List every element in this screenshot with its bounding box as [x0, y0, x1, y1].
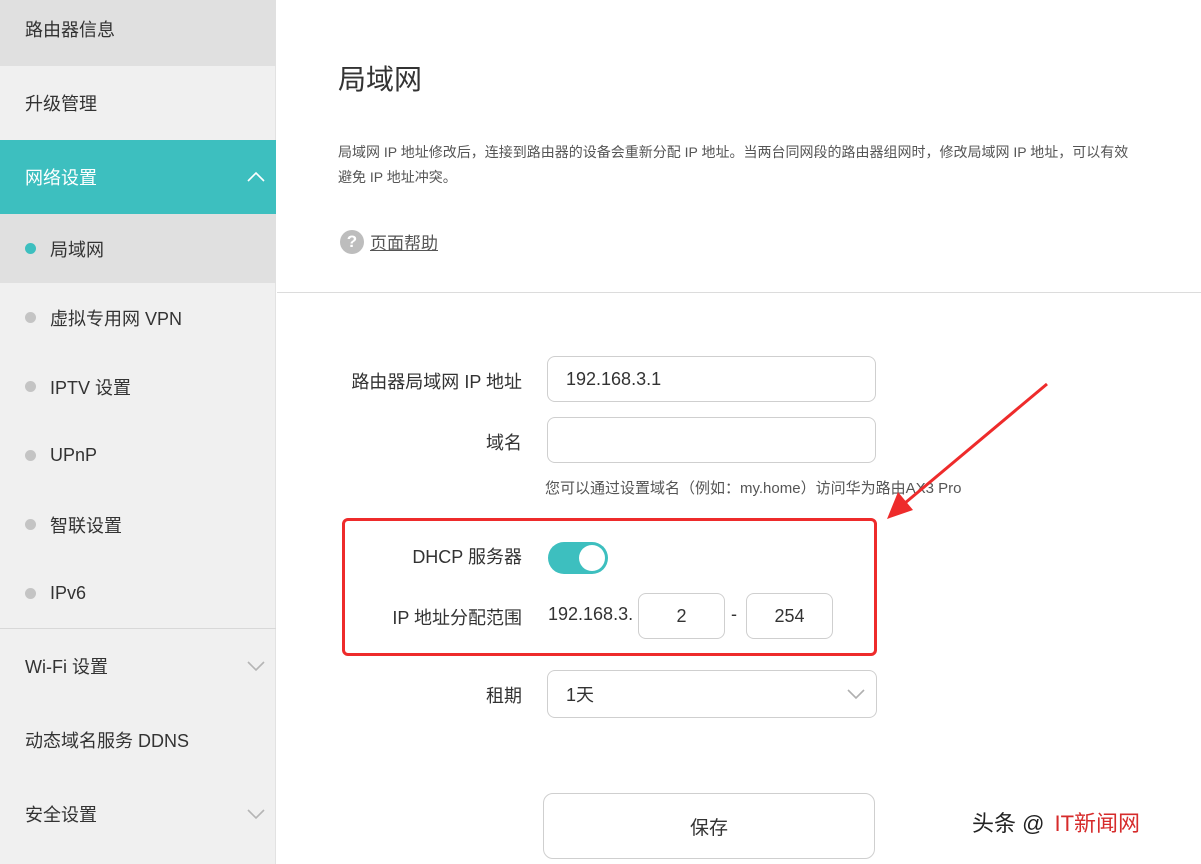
ip-range-end-value: 254	[774, 605, 805, 626]
sidebar-item-label: 虚拟专用网 VPN	[50, 308, 183, 329]
lan-ip-input[interactable]: 192.168.3.1	[547, 356, 876, 402]
sidebar-item-ddns[interactable]: 动态域名服务 DDNS	[0, 703, 276, 777]
sidebar-item-vpn[interactable]: 虚拟专用网 VPN	[0, 283, 276, 352]
sidebar-item-label: IPv6	[50, 583, 87, 603]
sidebar-item-ipv6[interactable]: IPv6	[0, 559, 276, 628]
ip-range-end-input[interactable]: 254	[746, 593, 833, 639]
bullet-dot-icon	[25, 588, 36, 599]
toggle-knob	[579, 545, 605, 571]
bullet-dot-icon	[25, 312, 36, 323]
help-link-row[interactable]: ? 页面帮助	[340, 229, 438, 254]
section-divider	[277, 292, 1201, 293]
bullet-dot-icon	[25, 381, 36, 392]
bullet-dot-icon	[25, 243, 36, 254]
sidebar-item-label: UPnP	[50, 445, 98, 465]
ip-range-label: IP 地址分配范围	[392, 608, 522, 628]
sidebar-item-iptv[interactable]: IPTV 设置	[0, 352, 276, 421]
domain-hint: 您可以通过设置域名（例如：my.home）访问华为路由AX3 Pro	[545, 480, 962, 497]
sidebar-item-upnp[interactable]: UPnP	[0, 421, 276, 490]
question-icon: ?	[340, 229, 364, 254]
bullet-dot-icon	[25, 450, 36, 461]
chevron-down-icon	[847, 689, 865, 700]
sidebar-item-label: 网络设置	[25, 168, 97, 188]
sidebar-item-label: 动态域名服务 DDNS	[25, 731, 190, 751]
sidebar-item-lan[interactable]: 局域网	[0, 214, 276, 283]
sidebar-item-smart-link[interactable]: 智联设置	[0, 490, 276, 559]
page-title: 局域网	[338, 64, 423, 95]
sidebar-item-wifi[interactable]: Wi-Fi 设置	[0, 629, 276, 703]
sidebar: 路由器信息 升级管理 网络设置 局域网 虚拟专用网 VPN IPTV 设置 UP…	[0, 0, 276, 864]
lease-value: 1天	[566, 685, 595, 705]
domain-input[interactable]	[547, 417, 876, 463]
chevron-down-icon	[247, 661, 265, 672]
save-button[interactable]: 保存	[543, 793, 875, 859]
domain-label: 域名	[486, 433, 522, 453]
sidebar-item-security[interactable]: 安全设置	[0, 777, 276, 851]
ip-range-start-value: 2	[676, 605, 687, 626]
sidebar-item-label: 智联设置	[50, 515, 122, 536]
sidebar-item-label: IPTV 设置	[50, 377, 132, 398]
dhcp-toggle[interactable]	[548, 542, 608, 574]
page-description: 局域网 IP 地址修改后，连接到路由器的设备会重新分配 IP 地址。当两台同网段…	[338, 144, 1129, 185]
save-button-label: 保存	[689, 817, 728, 839]
chevron-up-icon	[247, 171, 265, 182]
watermark-source: 头条 @	[972, 811, 1045, 836]
bullet-dot-icon	[25, 519, 36, 530]
lan-ip-label: 路由器局域网 IP 地址	[351, 372, 522, 392]
ip-range-start-input[interactable]: 2	[638, 593, 725, 639]
dhcp-label: DHCP 服务器	[412, 547, 522, 567]
watermark: 头条 @ IT新闻网	[972, 806, 1140, 838]
ip-range-separator: -	[731, 604, 737, 624]
lease-label: 租期	[486, 686, 522, 706]
sidebar-item-router-info[interactable]: 路由器信息	[0, 0, 276, 66]
sidebar-item-label: 升级管理	[25, 94, 97, 114]
sidebar-item-network-settings[interactable]: 网络设置	[0, 140, 276, 214]
ip-range-prefix: 192.168.3.	[548, 604, 634, 624]
help-link[interactable]: 页面帮助	[370, 229, 438, 254]
sidebar-item-label: 局域网	[50, 239, 104, 260]
sidebar-item-label: 安全设置	[25, 805, 97, 825]
sidebar-item-label: 路由器信息	[25, 20, 115, 40]
sidebar-item-upgrade[interactable]: 升级管理	[0, 66, 276, 140]
lease-select[interactable]: 1天	[547, 670, 877, 718]
sidebar-item-label: Wi-Fi 设置	[25, 657, 108, 677]
chevron-down-icon	[247, 809, 265, 820]
watermark-brand: IT新闻网	[1054, 811, 1141, 836]
lan-ip-value: 192.168.3.1	[566, 368, 662, 389]
